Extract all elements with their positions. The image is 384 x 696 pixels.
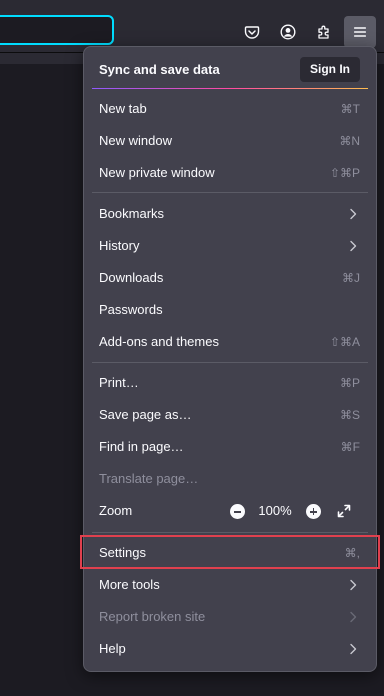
extensions-icon [318,25,329,39]
menu-item-shortcut: ⇧⌘P [329,166,360,180]
zoom-out-button[interactable] [230,504,245,519]
chevron-right-icon [350,208,357,220]
menu-item-label: Zoom [99,503,133,518]
fullscreen-icon [337,504,351,518]
menu-item-shortcut: ⌘T [340,102,360,116]
menu-item-shortcut: ⌘, [344,546,360,560]
menu-item-downloads[interactable]: Downloads ⌘J [84,263,376,293]
menu-item-label: Bookmarks [99,206,165,221]
fullscreen-button[interactable] [332,499,356,523]
menu-item-shortcut: ⌘F [340,440,360,454]
pocket-icon [244,26,260,39]
menu-item-label: Save page as… [99,407,192,422]
menu-item-new-private-window[interactable]: New private window ⇧⌘P [84,158,376,188]
menu-item-label: New window [99,133,172,148]
menu-item-passwords[interactable]: Passwords [84,295,376,325]
menu-item-translate-page: Translate page… [84,464,376,494]
menu-item-report-broken-site: Report broken site [84,602,376,632]
menu-separator [92,532,368,533]
account-button[interactable] [272,16,304,48]
url-bar[interactable] [0,15,114,45]
menu-item-settings[interactable]: Settings ⌘, [84,538,376,568]
menu-item-label: Translate page… [99,471,199,486]
sync-header: Sync and save data Sign In [84,47,376,89]
menu-item-label: Settings [99,545,146,560]
menu-item-shortcut: ⇧⌘A [329,335,360,349]
account-icon [280,24,296,40]
menu-item-more-tools[interactable]: More tools [84,570,376,600]
chevron-right-icon [350,611,357,623]
pocket-button[interactable] [236,16,268,48]
menu-item-zoom: Zoom 100% [84,496,376,526]
menu-item-label: History [99,238,140,253]
chevron-right-icon [350,240,357,252]
app-menu-panel: Sync and save data Sign In New tab ⌘T Ne… [83,46,377,672]
menu-item-label: Report broken site [99,609,206,624]
menu-item-print[interactable]: Print… ⌘P [84,368,376,398]
menu-icon [354,27,366,37]
menu-item-label: Add-ons and themes [99,334,219,349]
menu-item-help[interactable]: Help [84,634,376,664]
extensions-button[interactable] [308,16,340,48]
menu-item-addons-themes[interactable]: Add-ons and themes ⇧⌘A [84,327,376,357]
sync-title: Sync and save data [99,62,220,77]
menu-item-label: New private window [99,165,215,180]
menu-item-new-tab[interactable]: New tab ⌘T [84,94,376,124]
menu-item-label: Downloads [99,270,164,285]
menu-item-shortcut: ⌘S [339,408,360,422]
menu-item-label: More tools [99,577,160,592]
menu-item-shortcut: ⌘P [339,376,360,390]
chevron-right-icon [350,643,357,655]
menu-item-label: Passwords [99,302,163,317]
menu-item-label: Help [99,641,126,656]
menu-item-save-page[interactable]: Save page as… ⌘S [84,400,376,430]
menu-item-label: Print… [99,375,139,390]
zoom-level[interactable]: 100% [250,499,300,523]
zoom-in-button[interactable] [306,504,321,519]
menu-item-label: Find in page… [99,439,184,454]
sign-in-button[interactable]: Sign In [300,57,360,82]
app-menu-button[interactable] [344,16,376,48]
menu-separator [92,192,368,193]
menu-item-shortcut: ⌘N [339,134,360,148]
menu-item-find-in-page[interactable]: Find in page… ⌘F [84,432,376,462]
header-gradient-divider [92,88,368,89]
menu-item-label: New tab [99,101,147,116]
menu-item-new-window[interactable]: New window ⌘N [84,126,376,156]
menu-item-history[interactable]: History [84,231,376,261]
menu-separator [92,362,368,363]
chevron-right-icon [350,579,357,591]
menu-item-shortcut: ⌘J [342,271,360,285]
menu-item-bookmarks[interactable]: Bookmarks [84,199,376,229]
